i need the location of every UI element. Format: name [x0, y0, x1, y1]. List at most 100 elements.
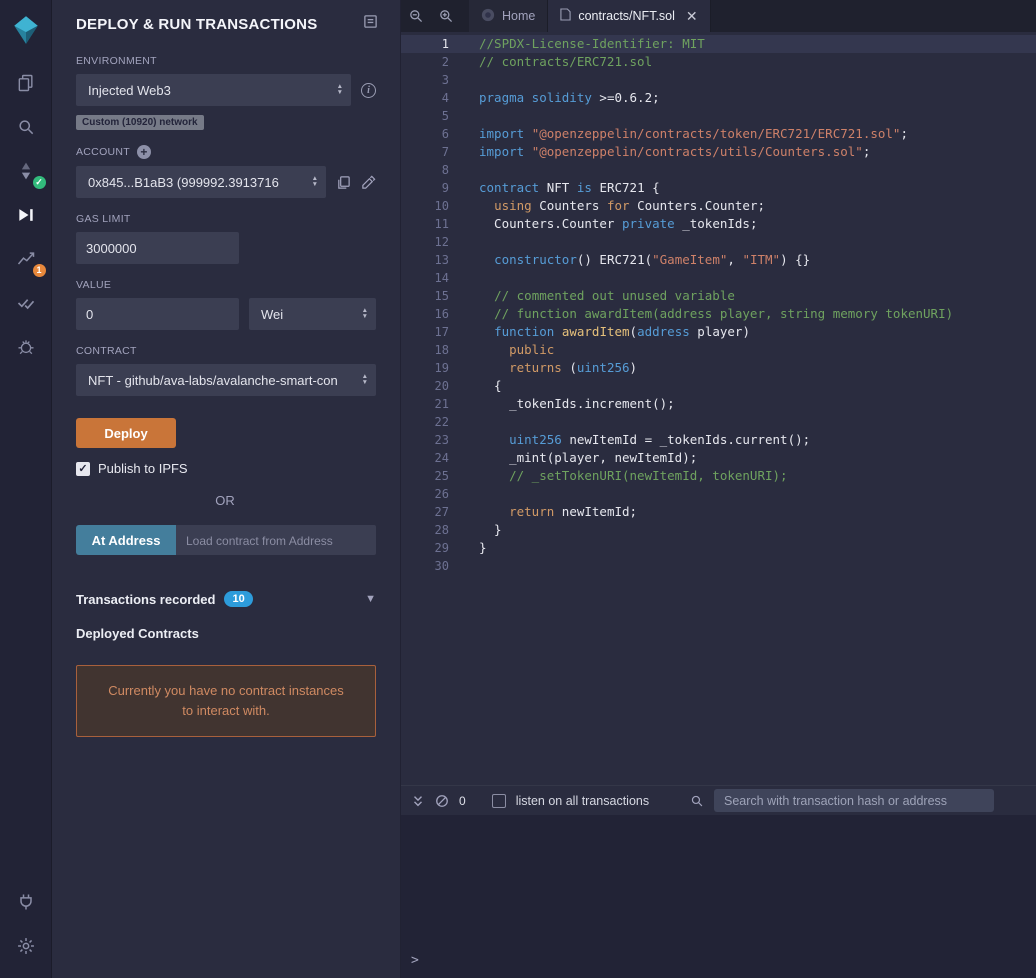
code-text: }	[453, 539, 487, 557]
code-line-15[interactable]: 15 // commented out unused variable	[401, 287, 1036, 305]
code-line-5[interactable]: 5	[401, 107, 1036, 125]
activity-bottom	[9, 880, 43, 968]
tab-contracts-nft-sol[interactable]: contracts/NFT.sol ✕	[548, 0, 710, 32]
line-number: 17	[401, 323, 453, 341]
code-line-18[interactable]: 18 public	[401, 341, 1036, 359]
code-line-20[interactable]: 20 {	[401, 377, 1036, 395]
editor-lines: 1//SPDX-License-Identifier: MIT2// contr…	[401, 35, 1036, 575]
code-line-28[interactable]: 28 }	[401, 521, 1036, 539]
transactions-count-badge: 10	[224, 591, 252, 607]
code-line-22[interactable]: 22	[401, 413, 1036, 431]
line-number: 9	[401, 179, 453, 197]
environment-info-icon[interactable]: i	[361, 83, 376, 98]
file-explorer-icon[interactable]	[9, 66, 43, 100]
code-text: uint256 newItemId = _tokenIds.current();	[453, 431, 810, 449]
code-line-21[interactable]: 21 _tokenIds.increment();	[401, 395, 1036, 413]
code-line-25[interactable]: 25 // _setTokenURI(newItemId, tokenURI);	[401, 467, 1036, 485]
value-unit-select[interactable]: Wei ▲▼	[249, 298, 376, 330]
line-number: 20	[401, 377, 453, 395]
sign-message-icon[interactable]	[361, 175, 376, 190]
line-number: 21	[401, 395, 453, 413]
code-line-1[interactable]: 1//SPDX-License-Identifier: MIT	[401, 35, 1036, 53]
code-line-3[interactable]: 3	[401, 71, 1036, 89]
unit-testing-icon[interactable]	[9, 286, 43, 320]
environment-value: Injected Web3	[88, 83, 331, 98]
code-line-23[interactable]: 23 uint256 newItemId = _tokenIds.current…	[401, 431, 1036, 449]
code-line-24[interactable]: 24 _mint(player, newItemId);	[401, 449, 1036, 467]
code-text: import "@openzeppelin/contracts/utils/Co…	[453, 143, 870, 161]
gas-limit-input[interactable]	[76, 232, 239, 264]
code-editor[interactable]: 1//SPDX-License-Identifier: MIT2// contr…	[401, 32, 1036, 785]
code-line-4[interactable]: 4pragma solidity >=0.6.2;	[401, 89, 1036, 107]
terminal-toolbar: 0 listen on all transactions	[401, 785, 1036, 815]
zoom-out-icon[interactable]	[401, 0, 431, 32]
tab-home[interactable]: Home	[469, 0, 548, 32]
line-number: 19	[401, 359, 453, 377]
environment-select[interactable]: Injected Web3 ▲▼	[76, 74, 351, 106]
account-label-text: ACCOUNT	[76, 146, 130, 158]
code-line-19[interactable]: 19 returns (uint256)	[401, 359, 1036, 377]
listen-transactions-checkbox[interactable]	[492, 794, 506, 808]
code-line-11[interactable]: 11 Counters.Counter private _tokenIds;	[401, 215, 1036, 233]
value-input[interactable]	[76, 298, 239, 330]
code-line-8[interactable]: 8	[401, 161, 1036, 179]
debugger-icon[interactable]	[9, 330, 43, 364]
code-line-17[interactable]: 17 function awardItem(address player)	[401, 323, 1036, 341]
activity-top: ✓1	[9, 8, 43, 369]
publish-ipfs-checkbox[interactable]: ✓	[76, 462, 90, 476]
documentation-icon[interactable]	[363, 14, 378, 34]
code-text	[453, 233, 479, 251]
zoom-in-icon[interactable]	[431, 0, 461, 32]
code-line-26[interactable]: 26	[401, 485, 1036, 503]
line-number: 27	[401, 503, 453, 521]
code-text	[453, 107, 479, 125]
at-address-button[interactable]: At Address	[76, 525, 176, 555]
close-tab-icon[interactable]: ✕	[686, 9, 698, 23]
create-account-icon[interactable]: +	[137, 145, 151, 159]
copy-account-icon[interactable]	[336, 175, 351, 190]
at-address-input[interactable]	[176, 525, 376, 555]
line-number: 12	[401, 233, 453, 251]
line-number: 16	[401, 305, 453, 323]
code-text: // function awardItem(address player, st…	[453, 305, 953, 323]
code-line-2[interactable]: 2// contracts/ERC721.sol	[401, 53, 1036, 71]
plugin-manager-icon[interactable]	[9, 885, 43, 919]
terminal[interactable]: >	[401, 815, 1036, 978]
code-text: _tokenIds.increment();	[453, 395, 675, 413]
chevron-down-icon[interactable]: ▼	[365, 593, 376, 605]
solidity-compiler-icon[interactable]: ✓	[9, 154, 43, 188]
code-line-10[interactable]: 10 using Counters for Counters.Counter;	[401, 197, 1036, 215]
account-select[interactable]: 0x845...B1aB3 (999992.3913716 ▲▼	[76, 166, 326, 198]
code-text: //SPDX-License-Identifier: MIT	[453, 35, 705, 53]
code-text: return newItemId;	[453, 503, 637, 521]
code-text: pragma solidity >=0.6.2;	[453, 89, 660, 107]
code-line-14[interactable]: 14	[401, 269, 1036, 287]
value-label: VALUE	[76, 279, 376, 291]
expand-terminal-icon[interactable]	[411, 794, 425, 808]
contract-select[interactable]: NFT - github/ava-labs/avalanche-smart-co…	[76, 364, 376, 396]
code-line-29[interactable]: 29}	[401, 539, 1036, 557]
code-line-27[interactable]: 27 return newItemId;	[401, 503, 1036, 521]
code-text: }	[453, 521, 502, 539]
remix-logo	[9, 13, 43, 47]
code-line-30[interactable]: 30	[401, 557, 1036, 575]
solidity-compiler-icon-badge: ✓	[33, 176, 46, 189]
code-line-7[interactable]: 7import "@openzeppelin/contracts/utils/C…	[401, 143, 1036, 161]
analysis-icon[interactable]: 1	[9, 242, 43, 276]
code-line-13[interactable]: 13 constructor() ERC721("GameItem", "ITM…	[401, 251, 1036, 269]
transactions-recorded-row[interactable]: Transactions recorded 10 ▼	[76, 591, 376, 607]
terminal-search-input[interactable]	[714, 789, 994, 812]
line-number: 10	[401, 197, 453, 215]
code-line-16[interactable]: 16 // function awardItem(address player,…	[401, 305, 1036, 323]
settings-icon[interactable]	[9, 929, 43, 963]
search-icon[interactable]	[9, 110, 43, 144]
clear-console-icon[interactable]	[435, 794, 449, 808]
deploy-button[interactable]: Deploy	[76, 418, 176, 448]
code-line-12[interactable]: 12	[401, 233, 1036, 251]
deploy-run-icon[interactable]	[9, 198, 43, 232]
activity-bar: ✓1	[0, 0, 52, 978]
line-number: 6	[401, 125, 453, 143]
code-line-6[interactable]: 6import "@openzeppelin/contracts/token/E…	[401, 125, 1036, 143]
code-line-9[interactable]: 9contract NFT is ERC721 {	[401, 179, 1036, 197]
code-text: Counters.Counter private _tokenIds;	[453, 215, 757, 233]
